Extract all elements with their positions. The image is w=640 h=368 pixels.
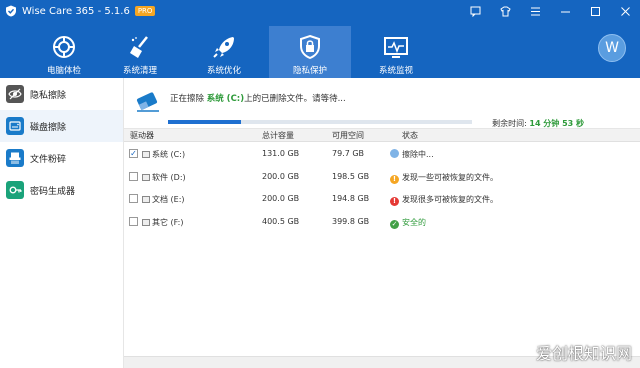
disk-icon	[6, 117, 24, 135]
tab-system-monitor[interactable]: 系统监视	[356, 26, 436, 78]
status-text: 发现很多可被恢复的文件。	[402, 195, 498, 204]
feedback-icon[interactable]	[460, 0, 490, 22]
main-toolbar: 电脑体检 系统清理 系统优化 隐私保护 系统监视 W	[0, 22, 640, 78]
main-panel: 正在擦除 系统 (C:)上的已删除文件。请等待... 剩余时间: 14 分钟 5…	[124, 78, 640, 368]
tab-label: 系统清理	[122, 66, 157, 76]
watermark: 爱创根知识网	[535, 344, 632, 363]
drive-icon	[142, 196, 150, 203]
total-capacity: 200.0 GB	[262, 171, 300, 181]
drive-name: 软件 (D:)	[152, 172, 186, 182]
sidebar-item-label: 文件粉碎	[30, 154, 67, 165]
app-title: Wise Care 365 - 5.1.6	[22, 5, 130, 17]
progress-suffix: 上的已删除文件。请等待...	[244, 94, 346, 104]
free-space: 194.8 GB	[332, 194, 370, 203]
drive-cell: 软件 (D:)	[142, 172, 186, 183]
broom-icon	[130, 36, 148, 58]
sidebar-item-password-generator[interactable]: 密码生成器	[0, 174, 123, 206]
maximize-icon[interactable]	[580, 0, 610, 22]
eye-icon	[6, 85, 24, 103]
remaining-label: 剩余时间:	[492, 119, 527, 128]
total-capacity: 131.0 GB	[262, 149, 300, 158]
shredder-icon	[6, 149, 24, 167]
tab-label: 电脑体检	[46, 66, 81, 76]
close-icon[interactable]	[610, 0, 640, 22]
sidebar-item-label: 密码生成器	[30, 186, 76, 197]
progress-status-text: 正在擦除 系统 (C:)上的已删除文件。请等待...	[170, 92, 346, 104]
table-row[interactable]: 文档 (E:) 200.0 GB 194.8 GB! 发现很多可被恢复的文件。	[124, 189, 640, 211]
key-icon	[6, 181, 24, 199]
progress-drive: 系统 (C:)	[206, 94, 245, 104]
warning-icon: !	[390, 174, 399, 184]
column-header-drive[interactable]: 驱动器	[130, 130, 154, 141]
progress-prefix: 正在擦除	[170, 94, 205, 104]
pc-checkup-icon	[53, 36, 75, 58]
row-checkbox[interactable]	[129, 194, 138, 203]
sidebar-item-label: 隐私擦除	[30, 90, 67, 101]
drive-icon	[142, 218, 150, 226]
sidebar-item-label: 磁盘擦除	[30, 122, 67, 133]
pro-badge: PRO	[134, 6, 156, 16]
column-header-total[interactable]: 总计容量	[262, 130, 294, 141]
drive-table-header: 驱动器 总计容量 可用空间 状态	[124, 128, 640, 142]
drive-cell: 文档 (E:)	[142, 194, 185, 205]
drive-cell: 其它 (F:)	[142, 217, 183, 228]
row-checkbox[interactable]: ✓	[129, 149, 138, 158]
table-row[interactable]: ✓ 系统 (C:) 131.0 GB 79.7 GB 擦除中...	[124, 144, 640, 166]
rocket-icon	[213, 37, 234, 58]
tab-privacy-protect[interactable]: 隐私保护	[269, 26, 351, 78]
drive-name: 其它 (F:)	[152, 217, 184, 227]
tab-label: 系统监视	[378, 66, 413, 76]
table-row[interactable]: 其它 (F:) 400.5 GB 399.8 GB ✓ 安全的	[124, 212, 640, 234]
total-capacity: 200.0 GB	[262, 194, 300, 203]
tab-system-clean[interactable]: 系统清理	[100, 26, 180, 78]
monitor-icon	[384, 37, 408, 58]
sidebar: 隐私擦除 磁盘擦除 文件粉碎 密码生成器	[0, 78, 124, 368]
shield-lock-icon	[300, 34, 320, 60]
status-text: 安全的	[402, 217, 426, 227]
sidebar-item-disk-erase[interactable]: 磁盘擦除	[0, 110, 123, 142]
tab-system-optimize[interactable]: 系统优化	[184, 26, 264, 78]
row-checkbox[interactable]	[129, 171, 138, 181]
title-bar: Wise Care 365 - 5.1.6 PRO	[0, 0, 640, 22]
progress-bar-fill	[168, 120, 241, 124]
drive-icon	[142, 173, 150, 181]
status-cell: ✓ 安全的	[390, 217, 426, 229]
eraser-icon	[136, 92, 159, 112]
status-cell: ! 发现一些可被恢复的文件。	[390, 172, 498, 184]
status-cell: ! 发现很多可被恢复的文件。	[390, 194, 498, 206]
spinner-icon	[390, 149, 399, 158]
status-text: 发现一些可被恢复的文件。	[402, 172, 498, 182]
tab-label: 隐私保护	[292, 66, 327, 76]
shirt-icon[interactable]	[490, 0, 520, 22]
sidebar-item-privacy-erase[interactable]: 隐私擦除	[0, 78, 123, 110]
drive-cell: 系统 (C:)	[142, 149, 185, 160]
drive-name: 系统 (C:)	[152, 150, 186, 159]
status-cell: 擦除中...	[390, 149, 434, 160]
table-row[interactable]: 软件 (D:) 200.0 GB 198.5 GB! 发现一些可被恢复的文件。	[124, 167, 640, 189]
erase-progress-area: 正在擦除 系统 (C:)上的已删除文件。请等待... 剩余时间: 14 分钟 5…	[124, 78, 640, 128]
error-icon: !	[390, 197, 399, 206]
progress-bar	[168, 120, 472, 124]
free-space: 79.7 GB	[332, 149, 365, 158]
window-controls	[460, 0, 640, 22]
app-logo-icon	[5, 5, 17, 17]
drive-icon	[142, 151, 150, 158]
tab-pc-checkup[interactable]: 电脑体检	[24, 26, 104, 78]
minimize-icon[interactable]	[550, 0, 580, 22]
drive-name: 文档 (E:)	[152, 195, 185, 204]
check-icon: ✓	[390, 219, 399, 229]
free-space: 399.8 GB	[332, 216, 370, 226]
tab-label: 系统优化	[206, 66, 241, 76]
total-capacity: 400.5 GB	[262, 216, 300, 226]
row-checkbox[interactable]	[129, 216, 138, 226]
free-space: 198.5 GB	[332, 171, 370, 181]
menu-icon[interactable]	[520, 0, 550, 22]
sidebar-item-file-shredder[interactable]: 文件粉碎	[0, 142, 123, 174]
status-text: 擦除中...	[402, 150, 434, 159]
remaining-value: 14 分钟 53 秒	[529, 119, 584, 128]
user-avatar[interactable]: W	[598, 34, 626, 62]
column-header-free[interactable]: 可用空间	[332, 130, 364, 141]
column-header-status[interactable]: 状态	[402, 130, 418, 141]
